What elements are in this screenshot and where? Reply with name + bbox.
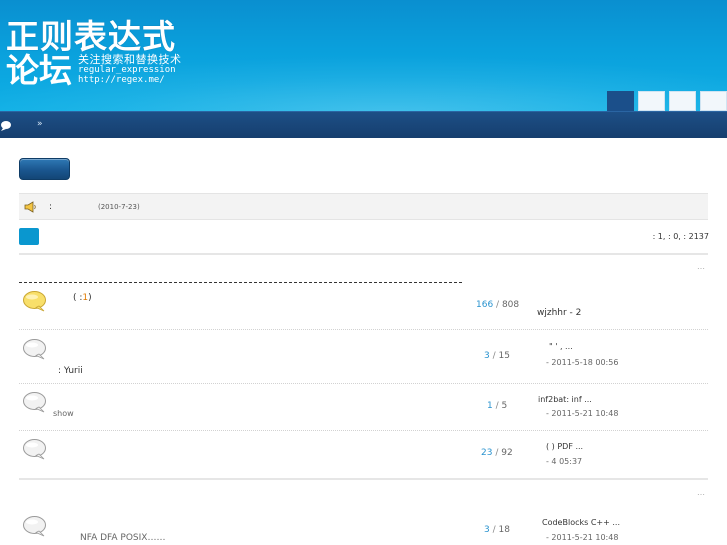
site-logo[interactable]: 正则表达式 论坛 关注搜索和替换技术 regular_expression ht… bbox=[6, 17, 181, 90]
header-tab-4[interactable] bbox=[700, 91, 727, 111]
last-post-time: - 2011-5-21 10:48 bbox=[546, 409, 619, 418]
hot-thread-bubble-icon bbox=[23, 291, 46, 312]
row-divider bbox=[19, 430, 708, 431]
header-tab-2[interactable] bbox=[638, 91, 665, 111]
logo-title-line1: 正则表达式 bbox=[6, 17, 176, 56]
thread-title-prefix: ( : bbox=[73, 293, 83, 303]
header-tab-3[interactable] bbox=[669, 91, 696, 111]
search-icon[interactable] bbox=[0, 120, 12, 131]
megaphone-icon bbox=[24, 201, 36, 213]
section-more-link[interactable]: … bbox=[697, 488, 705, 497]
announcement-date[interactable]: (2010-7-23) bbox=[98, 203, 140, 211]
nav-bar: » bbox=[0, 111, 727, 138]
thread-title[interactable]: NFA DFA POSIX…… bbox=[80, 533, 165, 543]
header-tab-1[interactable] bbox=[607, 91, 634, 111]
reply-count: 166 bbox=[476, 300, 494, 310]
view-count: 18 bbox=[498, 525, 510, 535]
thread-bubble-icon bbox=[23, 339, 46, 360]
logo-subtitle: 关注搜索和替换技术 regular_expression http://rege… bbox=[78, 54, 208, 85]
thread-title-suffix: ) bbox=[88, 293, 92, 303]
announcement-bar: : (2010-7-23) bbox=[19, 193, 708, 220]
view-count: 92 bbox=[501, 448, 513, 458]
thread-counts: 3 / 15 bbox=[484, 351, 510, 361]
logo-tagline: 关注搜索和替换技术 bbox=[78, 53, 182, 66]
thread-title[interactable]: ( :1) bbox=[73, 293, 92, 303]
last-post-time: - 4 05:37 bbox=[546, 457, 583, 466]
site-header: 正则表达式 论坛 关注搜索和替换技术 regular_expression ht… bbox=[0, 0, 727, 111]
forum-icon bbox=[19, 228, 39, 245]
reply-count: 23 bbox=[481, 448, 493, 458]
new-post-button[interactable] bbox=[19, 158, 70, 180]
last-post-title[interactable]: ( ) PDF ... bbox=[546, 442, 583, 451]
last-post-title[interactable]: inf2bat: inf ... bbox=[538, 395, 592, 404]
section-divider bbox=[19, 478, 708, 480]
thread-author[interactable]: show bbox=[53, 409, 74, 418]
thread-author[interactable]: : Yurii bbox=[58, 366, 83, 376]
section-divider bbox=[19, 253, 708, 255]
logo-title-line2: 论坛 bbox=[6, 51, 72, 90]
last-post-author[interactable]: wjzhhr - 2 bbox=[537, 308, 581, 318]
thread-counts: 166 / 808 bbox=[476, 300, 520, 310]
view-count: 5 bbox=[501, 401, 508, 411]
last-post-title[interactable]: CodeBlocks C++ ... bbox=[542, 518, 620, 527]
forum-stats: : 1, : 0, : 2137 bbox=[652, 232, 709, 241]
view-count: 808 bbox=[501, 300, 520, 310]
logo-english: regular_expression bbox=[78, 65, 176, 75]
breadcrumb-separator: » bbox=[37, 119, 43, 129]
row-divider bbox=[19, 329, 708, 330]
last-post-time: - 2011-5-18 00:56 bbox=[546, 358, 619, 367]
thread-bubble-icon bbox=[23, 392, 46, 413]
announcement-label: : bbox=[49, 202, 53, 212]
thread-bubble-icon bbox=[23, 516, 46, 537]
last-post-time: - 2011-5-21 10:48 bbox=[546, 533, 619, 542]
thread-counts: 23 / 92 bbox=[481, 448, 513, 458]
thread-counts: 1 / 5 bbox=[487, 401, 508, 411]
thread-counts: 3 / 18 bbox=[484, 525, 510, 535]
view-count: 15 bbox=[498, 351, 510, 361]
thread-bubble-icon bbox=[23, 439, 46, 460]
logo-url: http://regex.me/ bbox=[78, 75, 165, 85]
sticky-separator bbox=[19, 282, 462, 283]
logo-row2: 论坛 关注搜索和替换技术 regular_expression http://r… bbox=[6, 51, 181, 90]
last-post-title[interactable]: " ' , ... bbox=[549, 342, 573, 351]
section-more-link[interactable]: … bbox=[697, 262, 705, 271]
row-divider bbox=[19, 383, 708, 384]
